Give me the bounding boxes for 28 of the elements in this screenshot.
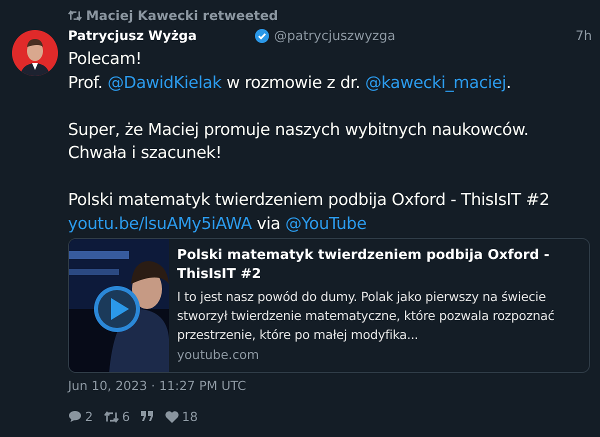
heart-icon[interactable] — [164, 410, 179, 422]
tweet-time[interactable]: 7h — [575, 28, 592, 44]
reply-count: 2 — [85, 409, 93, 424]
comment-icon[interactable] — [68, 410, 82, 423]
like-count: 18 — [182, 409, 198, 424]
quote-icon[interactable] — [140, 411, 154, 422]
card-title: Polski matematyk twierdzeniem podbija Oxford - ThisIsIT #2 — [177, 246, 551, 284]
card-description: I to jest nasz powód do dumy. Polak jako pierwszy na świecie stworzył twierdzenie matematyczne, które pozwala rozpoznać przestrzenie, które po małej modyfika... — [177, 288, 556, 344]
tweet-date[interactable]: Jun 10, 2023 · 11:27 PM UTC — [68, 378, 592, 398]
retweet-icon — [68, 10, 82, 22]
tweet-link[interactable]: @YouTube — [285, 214, 366, 232]
retweet-icon — [104, 410, 119, 422]
author-handle[interactable]: @patrycjuszwyzga — [274, 28, 576, 44]
tweet-link[interactable]: @kawecki_maciej — [365, 72, 506, 92]
retweet-count: 6 — [122, 409, 130, 424]
card-domain: youtube.com — [177, 347, 260, 362]
retweet-header: Maciej Kawecki retweeted — [86, 8, 278, 24]
tweet-text: Polecam! — [68, 48, 143, 70]
tweet-text: Polski matematyk twierdzeniem podbija Oxford - ThisIsIT #2 — [68, 189, 550, 211]
tweet-text: youtu.be/lsuAMy5iAWA via @YouTube — [68, 212, 368, 234]
tweet-text: Super, że Maciej promuje naszych wybitnych naukowców. — [68, 118, 530, 140]
tweet-link[interactable]: @DawidKielak — [107, 72, 222, 92]
avatar[interactable] — [12, 30, 58, 76]
author-name[interactable]: Patrycjusz Wyżga — [68, 28, 255, 44]
tweet-text: Prof. @DawidKielak w rozmowie z dr. @kawecki_maciej. — [68, 72, 512, 94]
tweet-link[interactable]: youtu.be/lsuAMy5iAWA — [68, 214, 252, 232]
link-card[interactable] — [68, 238, 590, 373]
tweet-text: Chwała i szacunek! — [68, 142, 223, 164]
